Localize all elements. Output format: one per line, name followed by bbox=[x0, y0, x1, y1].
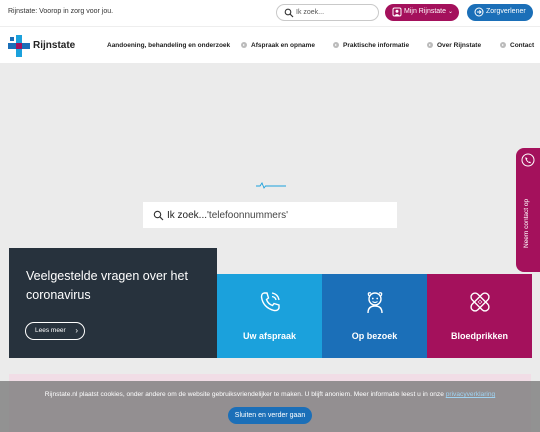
phone-icon bbox=[260, 292, 280, 312]
nav-item-label: Contact bbox=[510, 42, 535, 49]
search-icon bbox=[284, 8, 294, 18]
logo-wordmark[interactable]: Rijnstate bbox=[33, 40, 75, 51]
chevron-down-icon: ⌄ bbox=[447, 9, 453, 15]
heartbeat-icon bbox=[256, 182, 286, 189]
search-icon bbox=[153, 210, 164, 221]
mijn-rijnstate-button[interactable]: Mijn Rijnstate ⌄ bbox=[385, 4, 459, 21]
tile-uw-afspraak[interactable]: Uw afspraak bbox=[217, 274, 322, 358]
cookie-message: Rijnstate.nl plaatst cookies, onder ande… bbox=[0, 391, 540, 398]
phone-icon bbox=[521, 153, 535, 167]
hero-search-label: Ik zoek... bbox=[167, 210, 208, 221]
visitor-icon bbox=[366, 292, 383, 314]
corona-faq-card: Veelgestelde vragen over het coronavirus… bbox=[9, 248, 217, 358]
lees-meer-label: Lees meer bbox=[35, 327, 66, 334]
rijnstate-logo-icon[interactable] bbox=[8, 35, 30, 57]
tile-op-bezoek[interactable]: Op bezoek bbox=[322, 274, 427, 358]
contact-side-tab[interactable]: Neem contact op bbox=[516, 148, 540, 272]
privacy-link[interactable]: privacyverklaring bbox=[446, 391, 495, 398]
hero-search-input[interactable]: Ik zoek... 'telefoonnummers' bbox=[143, 202, 397, 228]
bandage-icon bbox=[469, 292, 490, 312]
chevron-right-icon bbox=[333, 42, 339, 48]
tile-bloedprikken[interactable]: Bloedprikken bbox=[427, 274, 532, 358]
tile-uw-afspraak-label: Uw afspraak bbox=[242, 331, 297, 341]
nav-item-praktisch[interactable]: Praktische informatie bbox=[333, 42, 409, 49]
lees-meer-button[interactable]: Lees meer › bbox=[25, 322, 85, 340]
zorgverlener-button[interactable]: Zorgverlener bbox=[467, 4, 533, 21]
nav-item-label: Praktische informatie bbox=[343, 42, 410, 49]
chevron-right-icon bbox=[427, 42, 433, 48]
contact-side-tab-label: Neem contact op bbox=[523, 198, 530, 248]
utility-bar: Rijnstate: Voorop in zorg voor jou. Ik z… bbox=[0, 0, 540, 26]
zorgverlener-label: Zorgverlener bbox=[486, 8, 526, 15]
tile-op-bezoek-label: Op bezoek bbox=[351, 331, 398, 341]
chevron-right-icon bbox=[241, 42, 247, 48]
mijn-rijnstate-label: Mijn Rijnstate bbox=[404, 8, 447, 15]
nav-item-label: Aandoening, behandeling en onderzoek bbox=[107, 42, 231, 49]
cookie-banner: Rijnstate.nl plaatst cookies, onder ande… bbox=[0, 381, 540, 432]
arrow-right-circle-icon bbox=[474, 7, 484, 17]
tagline: Rijnstate: Voorop in zorg voor jou. bbox=[8, 8, 114, 15]
tile-bloedprikken-label: Bloedprikken bbox=[450, 331, 508, 341]
nav-item-label: Afspraak en opname bbox=[251, 42, 315, 49]
nav-item-over[interactable]: Over Rijnstate bbox=[427, 42, 481, 49]
nav-item-afspraak[interactable]: Afspraak en opname bbox=[241, 42, 315, 49]
chevron-right-icon: › bbox=[75, 326, 78, 335]
nav-item-label: Over Rijnstate bbox=[437, 42, 482, 49]
cookie-message-text: Rijnstate.nl plaatst cookies, onder ande… bbox=[44, 391, 444, 398]
hero-search-suggestion: 'telefoonnummers' bbox=[207, 210, 289, 221]
corona-card-title: Veelgestelde vragen over het coronavirus bbox=[26, 269, 188, 302]
search-placeholder: Ik zoek... bbox=[296, 9, 325, 16]
chevron-right-icon bbox=[500, 42, 506, 48]
cookie-accept-button[interactable]: Sluiten en verder gaan bbox=[228, 407, 312, 424]
header-search-input[interactable]: Ik zoek... bbox=[276, 4, 379, 21]
main-navigation: Rijnstate Aandoening, behandeling en ond… bbox=[0, 26, 540, 63]
nav-item-contact[interactable]: Contact bbox=[500, 42, 534, 49]
user-icon bbox=[392, 7, 402, 17]
nav-item-aandoening[interactable]: Aandoening, behandeling en onderzoek bbox=[107, 42, 230, 49]
